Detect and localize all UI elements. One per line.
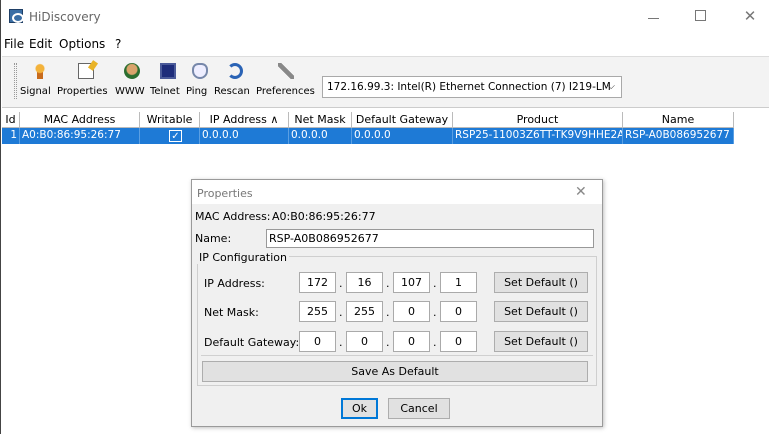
telnet-button[interactable]: Telnet xyxy=(150,61,186,105)
properties-button[interactable]: Properties xyxy=(57,61,115,105)
telnet-label: Telnet xyxy=(150,86,180,97)
www-icon xyxy=(124,63,140,79)
menu-file[interactable]: File xyxy=(4,37,24,51)
column-header-writable[interactable]: Writable xyxy=(140,112,200,128)
cell-ip: 0.0.0.0 xyxy=(200,128,289,144)
chevron-down-icon: ⌵ xyxy=(607,81,615,92)
minimize-icon xyxy=(647,18,659,19)
column-header-gateway[interactable]: Default Gateway xyxy=(352,112,453,128)
save-as-default-button[interactable]: Save As Default xyxy=(202,361,588,382)
dialog-title-bar xyxy=(192,180,602,204)
properties-icon xyxy=(78,63,94,79)
writable-checkbox[interactable]: ✓ xyxy=(169,130,182,142)
www-label: WWW xyxy=(115,86,145,97)
separator xyxy=(201,355,593,356)
default-gateway-label: Default Gateway: xyxy=(204,336,300,349)
hidiscovery-app-icon xyxy=(9,9,24,23)
mask-octet-1[interactable]: 255 xyxy=(299,301,336,322)
signal-icon xyxy=(32,63,48,79)
column-header-mac[interactable]: MAC Address xyxy=(20,112,140,128)
rescan-icon xyxy=(227,63,243,79)
column-header-ip[interactable]: IP Address ∧ xyxy=(200,112,289,128)
mask-set-default-button[interactable]: Set Default () xyxy=(494,301,588,322)
signal-button[interactable]: Signal xyxy=(20,61,60,105)
signal-label: Signal xyxy=(20,86,51,97)
cell-id: 1 xyxy=(2,128,20,144)
cell-netmask: 0.0.0.0 xyxy=(289,128,352,144)
table-row[interactable]: 1 A0:B0:86:95:26:77 ✓ 0.0.0.0 0.0.0.0 0.… xyxy=(2,128,734,144)
minimize-button[interactable] xyxy=(638,6,668,26)
ip-octet-3[interactable]: 107 xyxy=(393,272,430,293)
cell-mac: A0:B0:86:95:26:77 xyxy=(20,128,140,144)
rescan-label: Rescan xyxy=(214,86,250,97)
ip-octet-1[interactable]: 172 xyxy=(299,272,336,293)
toolbar-grip[interactable] xyxy=(14,63,17,99)
column-header-ip-label: IP Address xyxy=(209,113,267,126)
menu-edit[interactable]: Edit xyxy=(29,37,52,51)
maximize-icon xyxy=(694,10,706,21)
properties-label: Properties xyxy=(57,86,108,97)
column-header-product[interactable]: Product xyxy=(453,112,623,128)
properties-dialog: Properties ✕ MAC Address: A0:B0:86:95:26… xyxy=(191,179,603,427)
menu-help[interactable]: ? xyxy=(115,37,121,51)
gw-octet-1[interactable]: 0 xyxy=(299,331,336,352)
gw-octet-2[interactable]: 0 xyxy=(346,331,383,352)
gw-set-default-button[interactable]: Set Default () xyxy=(494,331,588,352)
ip-configuration-title: IP Configuration xyxy=(197,251,289,264)
www-button[interactable]: WWW xyxy=(115,61,149,105)
gw-octet-3[interactable]: 0 xyxy=(393,331,430,352)
ip-set-default-button[interactable]: Set Default () xyxy=(494,272,588,293)
cancel-button[interactable]: Cancel xyxy=(388,398,450,419)
ping-icon xyxy=(192,63,208,79)
mac-address-value: A0:B0:86:95:26:77 xyxy=(272,210,376,223)
name-field[interactable]: RSP-A0B086952677 xyxy=(266,229,594,248)
preferences-label: Preferences xyxy=(256,86,315,97)
net-mask-label: Net Mask: xyxy=(204,306,259,319)
ok-button[interactable]: Ok xyxy=(341,398,378,419)
ip-octet-4[interactable]: 1 xyxy=(440,272,477,293)
cell-product: RSP25-11003Z6TT-TK9V9HHE2A xyxy=(453,128,623,144)
sort-ascending-icon: ∧ xyxy=(270,113,279,126)
main-window: HiDiscovery ✕ File Edit Options ? Signal… xyxy=(0,0,769,434)
ping-label: Ping xyxy=(186,86,208,97)
gw-octet-4[interactable]: 0 xyxy=(440,331,477,352)
telnet-icon xyxy=(160,63,176,79)
toolbar: Signal Properties WWW Telnet Ping Rescan… xyxy=(2,56,769,108)
window-title: HiDiscovery xyxy=(29,10,101,24)
name-label: Name: xyxy=(195,232,232,245)
column-header-netmask[interactable]: Net Mask xyxy=(289,112,352,128)
preferences-icon xyxy=(278,63,294,79)
dialog-title: Properties xyxy=(197,187,253,200)
interface-select-value: 172.16.99.3: Intel(R) Ethernet Connectio… xyxy=(327,81,611,93)
mask-octet-2[interactable]: 255 xyxy=(346,301,383,322)
column-header-name[interactable]: Name xyxy=(623,112,734,128)
close-button[interactable]: ✕ xyxy=(735,6,765,26)
mask-octet-4[interactable]: 0 xyxy=(440,301,477,322)
preferences-button[interactable]: Preferences xyxy=(256,61,316,105)
rescan-button[interactable]: Rescan xyxy=(214,61,256,105)
menu-options[interactable]: Options xyxy=(59,37,105,51)
dialog-close-icon[interactable]: ✕ xyxy=(575,184,587,200)
mask-octet-3[interactable]: 0 xyxy=(393,301,430,322)
cell-name: RSP-A0B086952677 xyxy=(623,128,734,144)
cell-gateway: 0.0.0.0 xyxy=(352,128,453,144)
ip-address-label: IP Address: xyxy=(204,277,265,290)
interface-select[interactable]: 172.16.99.3: Intel(R) Ethernet Connectio… xyxy=(322,76,622,98)
title-bar: HiDiscovery ✕ xyxy=(2,0,769,34)
column-header-id[interactable]: Id xyxy=(2,112,20,128)
mac-address-label: MAC Address: xyxy=(195,210,271,223)
ip-octet-2[interactable]: 16 xyxy=(346,272,383,293)
ping-button[interactable]: Ping xyxy=(186,61,214,105)
maximize-button[interactable] xyxy=(685,6,715,26)
